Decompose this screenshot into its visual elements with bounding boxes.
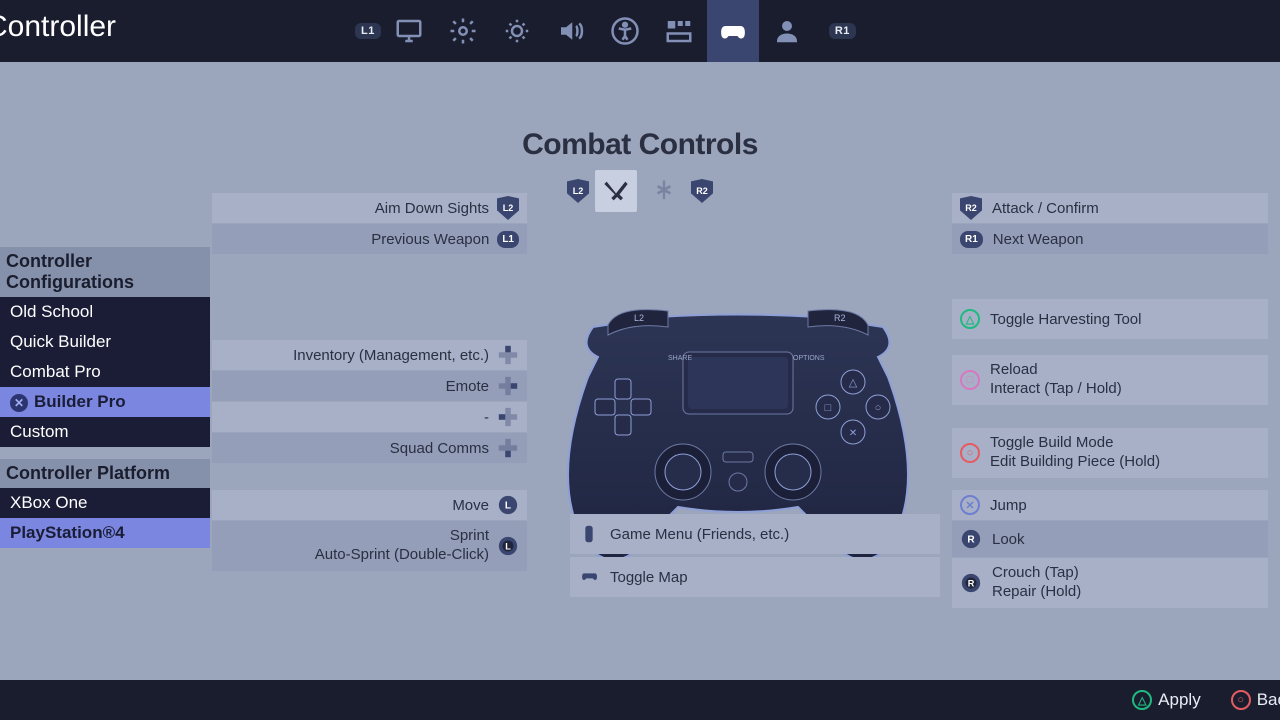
footer-back[interactable]: ○Bac <box>1231 690 1280 710</box>
square-icon: □ <box>960 370 980 390</box>
right-binds-lower: ✕Jump RLook RCrouch (Tap)Repair (Hold) <box>952 490 1268 609</box>
touchpad-icon <box>578 566 600 588</box>
left-stick-press-icon: L <box>497 535 519 557</box>
left-binds-dpad: Inventory (Management, etc.) Emote - Squ… <box>212 340 527 464</box>
svg-text:OPTIONS: OPTIONS <box>793 355 825 362</box>
r1-icon: R1 <box>960 231 983 248</box>
sidebar-platforms: Controller Platform XBox One PlayStation… <box>0 459 210 548</box>
left-binds-stick: MoveL SprintAuto-Sprint (Double-Click) L <box>212 490 527 572</box>
svg-text:SHARE: SHARE <box>668 355 692 362</box>
platform-heading: Controller Platform <box>0 459 210 488</box>
bind-aim-down-sights[interactable]: Aim Down SightsL2 <box>212 193 527 223</box>
bind-move[interactable]: MoveL <box>212 490 527 520</box>
sidebar-configs: Controller Configurations ✕Old School ✕Q… <box>0 247 210 447</box>
options-button-icon <box>578 523 600 545</box>
bind-squad-comms[interactable]: Squad Comms <box>212 433 527 463</box>
tab-strip: L1 R1 <box>355 0 856 62</box>
svg-text:△: △ <box>849 377 858 389</box>
right-stick-press-icon: R <box>960 572 982 594</box>
bind-previous-weapon[interactable]: Previous WeaponL1 <box>212 224 527 254</box>
config-combat-pro[interactable]: ✕Combat Pro <box>0 357 210 387</box>
footer-bar: △Apply ○Bac <box>0 680 1280 720</box>
footer-apply[interactable]: △Apply <box>1132 690 1201 710</box>
svg-text:R: R <box>967 535 975 546</box>
tab-brightness[interactable] <box>491 0 543 62</box>
page-title: Controller <box>0 10 116 44</box>
tab-accessibility[interactable] <box>599 0 651 62</box>
config-custom[interactable]: ✕Custom <box>0 417 210 447</box>
svg-text:□: □ <box>825 402 832 414</box>
section-title: Combat Controls <box>0 128 1280 162</box>
svg-text:R2: R2 <box>834 313 846 323</box>
l2-icon: L2 <box>497 196 519 220</box>
svg-text:L: L <box>505 542 511 552</box>
bind-look[interactable]: RLook <box>952 521 1268 557</box>
svg-text:R: R <box>968 579 975 589</box>
bind-next-weapon[interactable]: R1Next Weapon <box>952 224 1268 254</box>
dpad-left-icon <box>497 406 519 428</box>
bind-game-menu[interactable]: Game Menu (Friends, etc.) <box>570 514 940 554</box>
bind-harvesting-tool[interactable]: △Toggle Harvesting Tool <box>952 299 1268 339</box>
svg-text:L: L <box>505 501 511 512</box>
circle-icon: ○ <box>1231 690 1251 710</box>
tab-controller[interactable] <box>707 0 759 62</box>
l1-icon: L1 <box>497 231 519 248</box>
dpad-up-icon <box>497 344 519 366</box>
config-quick-builder[interactable]: ✕Quick Builder <box>0 327 210 357</box>
x-button-icon: ✕ <box>960 495 980 515</box>
dpad-down-icon <box>497 437 519 459</box>
r2-icon: R2 <box>960 196 982 220</box>
bind-build-mode[interactable]: ○Toggle Build ModeEdit Building Piece (H… <box>952 428 1268 478</box>
platform-xbox[interactable]: XBox One <box>0 488 210 518</box>
left-binds-triggers: Aim Down SightsL2 Previous WeaponL1 <box>212 193 527 255</box>
tab-hud[interactable] <box>653 0 705 62</box>
mode-combat[interactable] <box>595 170 637 212</box>
bind-jump[interactable]: ✕Jump <box>952 490 1268 520</box>
right-binds-circle: ○Toggle Build ModeEdit Building Piece (H… <box>952 428 1268 479</box>
tab-audio[interactable] <box>545 0 597 62</box>
mode-build[interactable] <box>643 170 685 212</box>
bind-inventory[interactable]: Inventory (Management, etc.) <box>212 340 527 370</box>
l1-bumper-icon: L1 <box>355 23 381 39</box>
right-stick-icon: R <box>960 528 982 550</box>
top-bar: Controller L1 R1 <box>0 0 1280 62</box>
configs-heading: Controller Configurations <box>0 247 210 297</box>
svg-text:✕: ✕ <box>849 428 857 439</box>
l2-badge-icon: L2 <box>567 179 589 203</box>
bind-sprint[interactable]: SprintAuto-Sprint (Double-Click) L <box>212 521 527 571</box>
platform-ps4[interactable]: PlayStation®4 <box>0 518 210 548</box>
bind-attack[interactable]: R2Attack / Confirm <box>952 193 1268 223</box>
left-stick-icon: L <box>497 494 519 516</box>
bind-toggle-map[interactable]: Toggle Map <box>570 557 940 597</box>
r2-badge-icon: R2 <box>691 179 713 203</box>
triangle-icon: △ <box>1132 690 1152 710</box>
triangle-icon: △ <box>960 309 980 329</box>
tab-account[interactable] <box>761 0 813 62</box>
right-binds-triggers: R2Attack / Confirm R1Next Weapon <box>952 193 1268 255</box>
config-old-school[interactable]: ✕Old School <box>0 297 210 327</box>
dpad-right-icon <box>497 375 519 397</box>
bind-emote[interactable]: Emote <box>212 371 527 401</box>
bind-crouch[interactable]: RCrouch (Tap)Repair (Hold) <box>952 558 1268 608</box>
right-binds-square: □ReloadInteract (Tap / Hold) <box>952 355 1268 406</box>
config-builder-pro[interactable]: ✕Builder Pro <box>0 387 210 417</box>
bind-dpad-left[interactable]: - <box>212 402 527 432</box>
circle-icon: ○ <box>960 443 980 463</box>
tab-settings[interactable] <box>437 0 489 62</box>
tab-display[interactable] <box>383 0 435 62</box>
svg-text:L2: L2 <box>634 313 644 323</box>
center-binds: Game Menu (Friends, etc.) Toggle Map <box>570 514 940 598</box>
r1-bumper-icon: R1 <box>829 23 856 39</box>
right-binds-triangle: △Toggle Harvesting Tool <box>952 299 1268 340</box>
svg-text:○: ○ <box>875 402 882 414</box>
bind-reload[interactable]: □ReloadInteract (Tap / Hold) <box>952 355 1268 405</box>
